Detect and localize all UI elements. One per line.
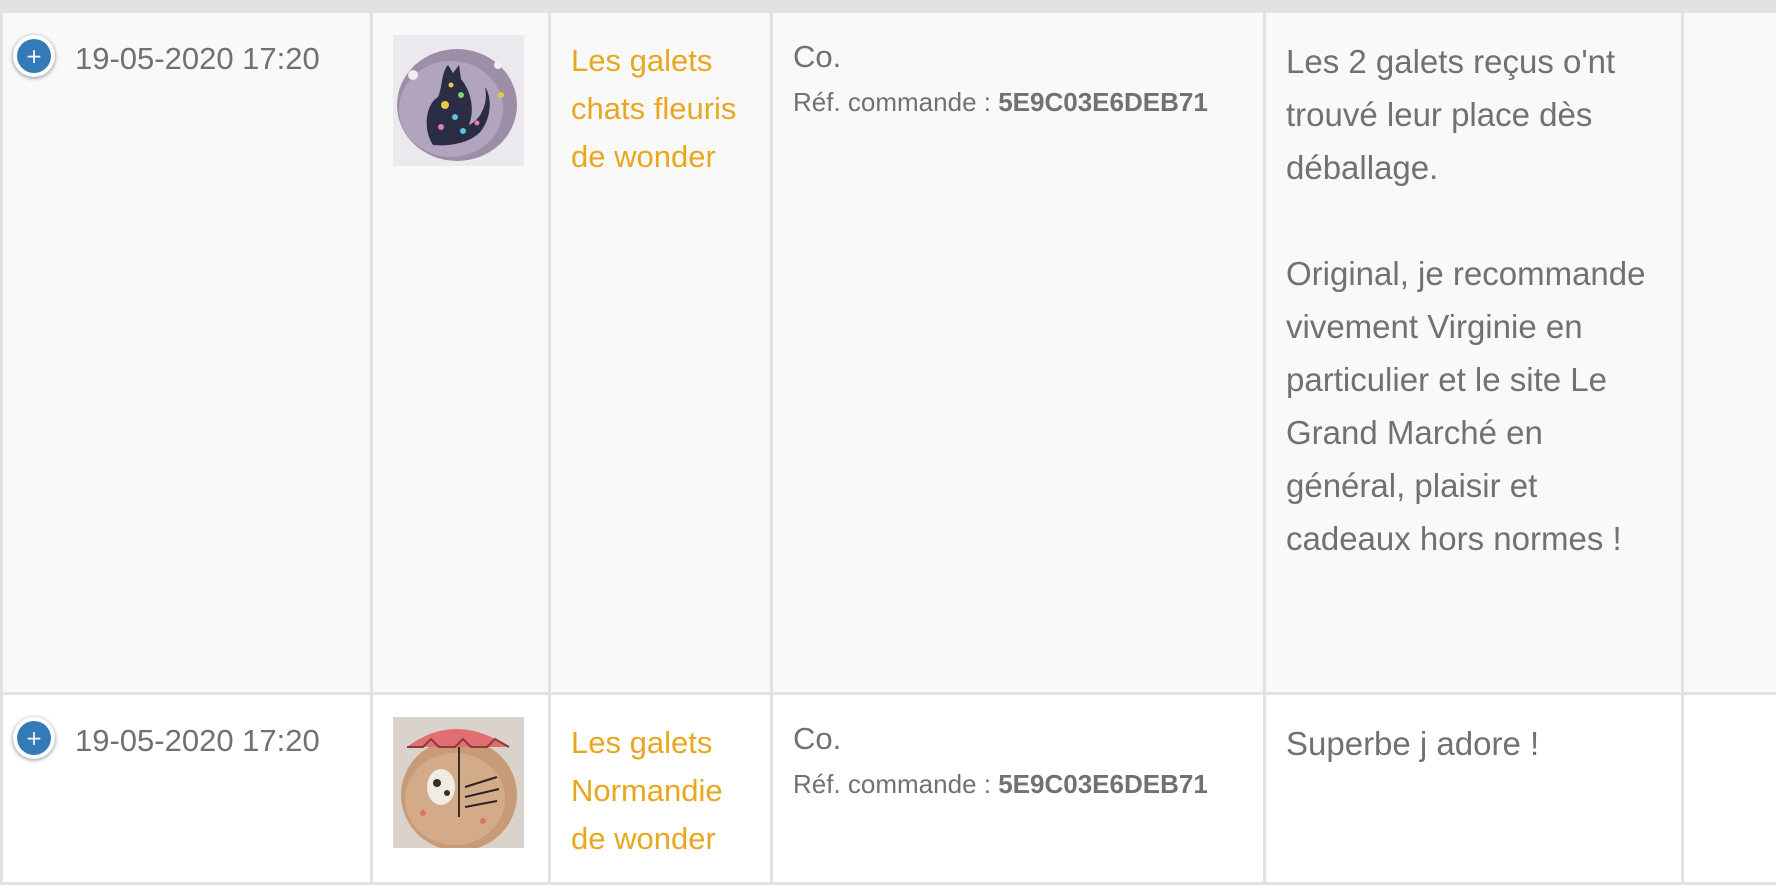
- product-cell: Les galets chats fleuris de wonder: [550, 12, 772, 694]
- top-table-border: [0, 0, 1776, 10]
- review-date: 19-05-2020 17:20: [75, 723, 320, 759]
- expand-row-button[interactable]: +: [13, 717, 55, 759]
- plus-icon: +: [17, 39, 51, 73]
- order-ref-value: 5E9C03E6DEB71: [998, 769, 1208, 799]
- order-reference: Réf. commande : 5E9C03E6DEB71: [793, 87, 1243, 118]
- date-cell: + 19-05-2020 17:20: [2, 12, 372, 694]
- product-thumbnail-normandie-pebble[interactable]: [393, 717, 524, 848]
- comment-cell: Superbe j adore !: [1265, 694, 1683, 884]
- customer-name: Co.: [793, 719, 1243, 759]
- date-cell: + 19-05-2020 17:20: [2, 694, 372, 884]
- extra-cell: [1683, 12, 1776, 694]
- product-thumbnail-cat-pebble[interactable]: [393, 35, 524, 166]
- order-ref-label: Réf. commande :: [793, 769, 991, 799]
- comment-cell: Les 2 galets reçus o'nt trouvé leur plac…: [1265, 12, 1683, 694]
- review-comment: Superbe j adore !: [1266, 695, 1681, 770]
- product-link[interactable]: Les galets Normandie de wonder: [551, 695, 770, 863]
- order-reference: Réf. commande : 5E9C03E6DEB71: [793, 769, 1243, 800]
- customer-cell: Co. Réf. commande : 5E9C03E6DEB71: [772, 12, 1265, 694]
- order-ref-value: 5E9C03E6DEB71: [998, 87, 1208, 117]
- table-row: + 19-05-2020 17:20: [2, 12, 1776, 694]
- image-cell: [372, 694, 550, 884]
- reviews-table: + 19-05-2020 17:20: [0, 10, 1776, 885]
- review-date: 19-05-2020 17:20: [75, 41, 320, 77]
- order-ref-label: Réf. commande :: [793, 87, 991, 117]
- image-cell: [372, 12, 550, 694]
- extra-cell: [1683, 694, 1776, 884]
- customer-name: Co.: [793, 37, 1243, 77]
- review-comment: Les 2 galets reçus o'nt trouvé leur plac…: [1266, 13, 1681, 565]
- customer-cell: Co. Réf. commande : 5E9C03E6DEB71: [772, 694, 1265, 884]
- plus-icon: +: [17, 721, 51, 755]
- product-link[interactable]: Les galets chats fleuris de wonder: [551, 13, 770, 181]
- product-cell: Les galets Normandie de wonder: [550, 694, 772, 884]
- table-row: + 19-05-2020 17:20: [2, 694, 1776, 884]
- expand-row-button[interactable]: +: [13, 35, 55, 77]
